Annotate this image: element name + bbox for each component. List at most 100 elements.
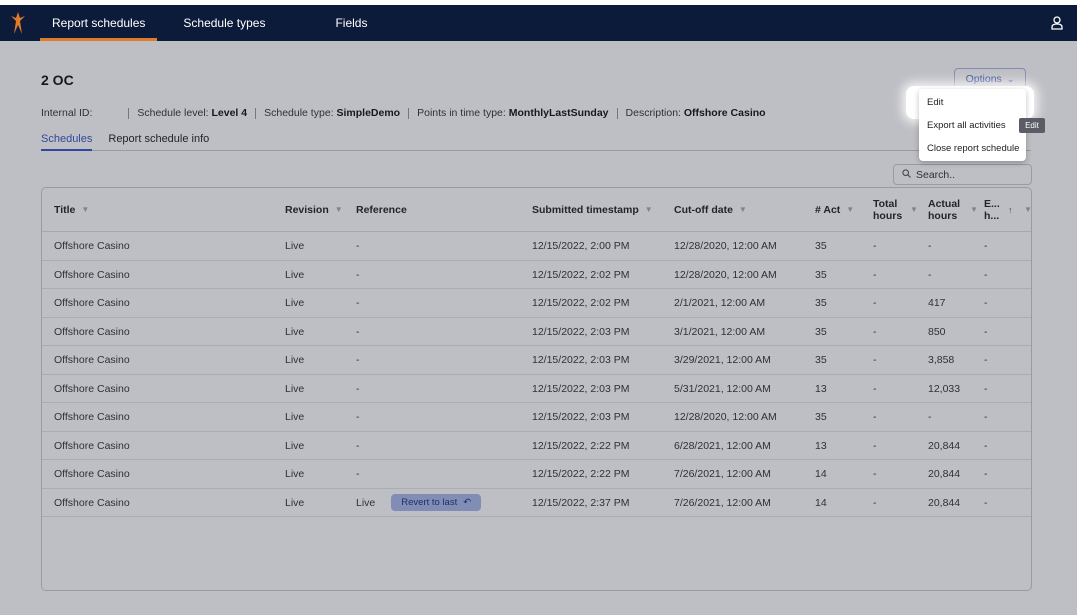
cell-actual-hours-text: 850 — [928, 325, 946, 338]
cell-act: 13 — [815, 375, 827, 403]
col-act[interactable]: # Act ▼ — [815, 188, 854, 232]
col-filter-spacer-3[interactable]: ▼ — [1018, 188, 1031, 232]
table-row[interactable]: Offshore Casino Live - 12/15/2022, 2:03 PM 5… — [42, 375, 1031, 403]
nav-tab-fields[interactable]: Fields — [335, 5, 367, 41]
col-filter-spacer[interactable]: ▼ — [904, 188, 918, 232]
cell-reference: - — [356, 232, 360, 260]
cell-cutoff: 7/26/2021, 12:00 AM — [674, 460, 771, 488]
cell-e-hours-text: - — [984, 297, 988, 309]
sort-icon[interactable]: ↑ — [1008, 188, 1013, 232]
cell-title-text: Offshore Casino — [54, 297, 130, 309]
cell-revision-text: Live — [285, 240, 305, 252]
table-row[interactable]: Offshore Casino Live - 12/15/2022, 2:02 PM 2… — [42, 289, 1031, 318]
table-row[interactable]: Offshore Casino Live - 12/15/2022, 2:03 PM 3… — [42, 346, 1031, 375]
cell-revision-text: Live — [285, 411, 305, 423]
tab-schedules[interactable]: Schedules — [41, 133, 93, 151]
cell-actual-hours-text: - — [928, 268, 932, 281]
cell-cutoff: 5/31/2021, 12:00 AM — [674, 375, 771, 403]
cell-submitted-text: 12/15/2022, 2:03 PM — [532, 354, 630, 366]
top-nav: Report schedules Schedule types Fields — [0, 5, 1077, 41]
table-row[interactable]: Offshore Casino Live - 12/15/2022, 2:03 PM 1… — [42, 403, 1031, 432]
col-e-hours[interactable]: E... h... — [984, 188, 1010, 232]
cell-submitted: 12/15/2022, 2:22 PM — [532, 432, 630, 460]
table-row[interactable]: Offshore Casino Live Live Revert to last ↶ 12… — [42, 489, 1031, 517]
menu-item-edit[interactable]: Edit — [919, 91, 1026, 114]
cell-revision-text: Live — [285, 325, 305, 338]
cell-reference: - — [356, 261, 360, 289]
logo-icon[interactable] — [0, 5, 36, 41]
cell-act-text: 35 — [815, 240, 827, 252]
cell-total-hours-text: - — [873, 325, 877, 338]
table-row[interactable]: Offshore Casino Live - 12/15/2022, 2:22 PM 6… — [42, 432, 1031, 460]
cell-actual-hours: 850 — [928, 318, 946, 346]
cell-title: Offshore Casino — [54, 403, 130, 431]
menu-item-export[interactable]: Export all activities — [919, 114, 1026, 137]
col-reference[interactable]: Reference — [356, 188, 407, 232]
sub-tabs: Schedules Report schedule info — [41, 133, 1031, 151]
cell-total-hours: - — [873, 289, 877, 317]
cell-act: 35 — [815, 346, 827, 374]
cell-total-hours-text: - — [873, 439, 877, 452]
cell-reference: - — [356, 432, 360, 460]
filter-icon: ▼ — [738, 205, 747, 214]
cell-total-hours-text: - — [873, 468, 877, 480]
nav-tab-schedule-types[interactable]: Schedule types — [183, 5, 265, 41]
cell-actual-hours-text: 3,858 — [928, 354, 955, 366]
schedule-level-value: Level 4 — [211, 107, 248, 119]
cell-actual-hours-text: 417 — [928, 297, 946, 309]
col-filter-spacer-2[interactable]: ▼ — [964, 188, 978, 232]
cell-reference-text: - — [356, 468, 360, 480]
cell-submitted-text: 12/15/2022, 2:22 PM — [532, 468, 630, 480]
col-cutoff[interactable]: Cut-off date ▼ — [674, 188, 747, 232]
search-input[interactable]: Search.. — [893, 164, 1032, 185]
revert-to-last-button[interactable]: Revert to last ↶ — [391, 494, 482, 511]
cell-title: Offshore Casino — [54, 432, 130, 460]
col-submitted[interactable]: Submitted timestamp ▼ — [532, 188, 653, 232]
cell-cutoff-text: 6/28/2021, 12:00 AM — [674, 439, 771, 452]
cell-reference: Live Revert to last ↶ — [356, 489, 482, 517]
cell-cutoff-text: 7/26/2021, 12:00 AM — [674, 496, 771, 509]
options-label: Options — [965, 73, 1002, 85]
schedule-level-label: Schedule level: — [137, 107, 209, 119]
cell-reference: - — [356, 375, 360, 403]
cell-act: 14 — [815, 489, 827, 517]
cell-submitted-text: 12/15/2022, 2:22 PM — [532, 439, 630, 452]
cell-title: Offshore Casino — [54, 232, 130, 260]
menu-item-close[interactable]: Close report schedule — [919, 137, 1026, 160]
cell-total-hours: - — [873, 232, 877, 260]
user-icon[interactable] — [1051, 16, 1063, 33]
cell-total-hours: - — [873, 489, 877, 517]
nav-tab-report-schedules[interactable]: Report schedules — [39, 5, 158, 41]
col-title[interactable]: Title ▼ — [54, 188, 89, 232]
cell-reference: - — [356, 346, 360, 374]
cell-submitted: 12/15/2022, 2:03 PM — [532, 375, 630, 403]
table-row[interactable]: Offshore Casino Live - 12/15/2022, 2:02 PM 1… — [42, 261, 1031, 289]
cell-total-hours: - — [873, 375, 877, 403]
cell-total-hours-text: - — [873, 268, 877, 281]
cell-cutoff: 2/1/2021, 12:00 AM — [674, 289, 765, 317]
table-row[interactable]: Offshore Casino Live - 12/15/2022, 2:03 PM 3… — [42, 318, 1031, 346]
cell-total-hours-text: - — [873, 297, 877, 309]
cell-title-text: Offshore Casino — [54, 439, 130, 452]
cell-actual-hours-text: 20,844 — [928, 439, 961, 452]
cell-title-text: Offshore Casino — [54, 268, 130, 281]
cell-cutoff: 3/29/2021, 12:00 AM — [674, 346, 771, 374]
cell-cutoff-text: 2/1/2021, 12:00 AM — [674, 297, 766, 309]
table-row[interactable]: Offshore Casino Live - 12/15/2022, 2:22 PM 7… — [42, 460, 1031, 489]
cell-reference-text: - — [356, 354, 360, 366]
table-row[interactable]: Offshore Casino Live - 12/15/2022, 2:00 PM 1… — [42, 232, 1031, 261]
tab-report-schedule-info[interactable]: Report schedule info — [108, 133, 209, 151]
cell-actual-hours: 20,844 — [928, 460, 960, 488]
cell-total-hours-text: - — [873, 382, 877, 395]
cell-title-text: Offshore Casino — [54, 382, 130, 395]
col-actual-hours[interactable]: Actual hours — [928, 188, 962, 232]
col-revision[interactable]: Revision ▼ — [285, 188, 343, 232]
schedules-table: Title ▼ Revision ▼ Reference Submitted tim… — [41, 187, 1032, 591]
col-total-hours[interactable]: Total hours — [873, 188, 903, 232]
cell-e-hours-text: - — [984, 354, 988, 366]
cell-act-text: 13 — [815, 382, 827, 395]
cell-act: 35 — [815, 318, 827, 346]
cell-revision: Live — [285, 318, 304, 346]
cell-submitted: 12/15/2022, 2:02 PM — [532, 261, 630, 289]
cell-cutoff-text: 7/26/2021, 12:00 AM — [674, 468, 771, 480]
